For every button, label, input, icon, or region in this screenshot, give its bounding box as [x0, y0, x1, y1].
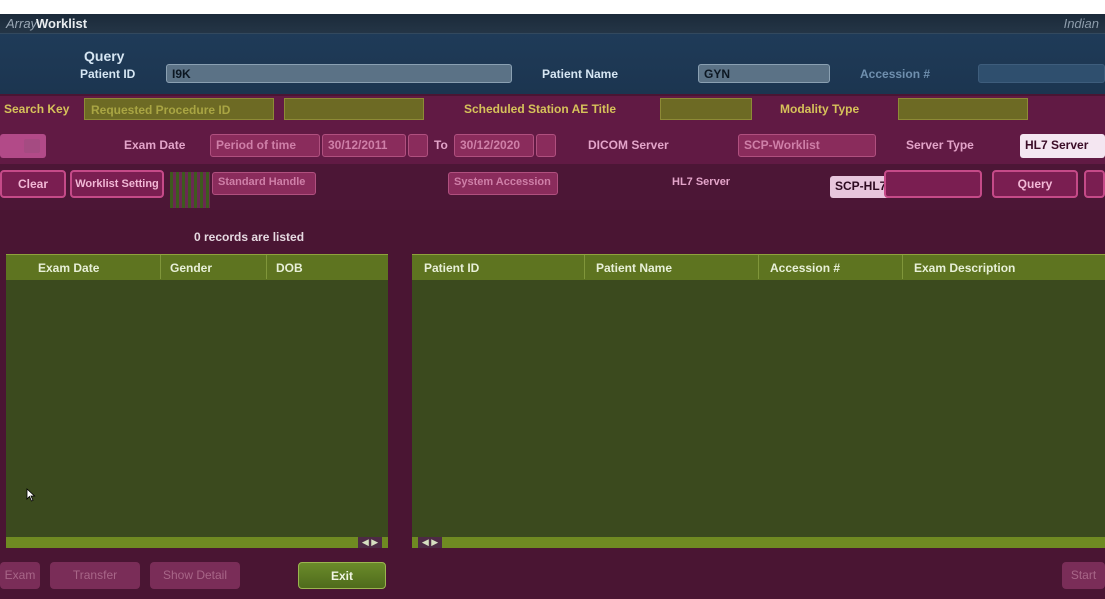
show-detail-button[interactable]: Show Detail	[150, 562, 240, 589]
transfer-button[interactable]: Transfer	[50, 562, 140, 589]
modality-type-field[interactable]	[898, 98, 1028, 120]
app-title-left: Array	[6, 16, 38, 31]
to-date-input[interactable]: 30/12/2020	[454, 134, 534, 157]
right-table[interactable]: Patient ID Patient Name Accession # Exam…	[412, 254, 1105, 548]
scroll-arrows-icon[interactable]: ◀ ▶	[358, 537, 382, 548]
col-exam-date[interactable]: Exam Date	[38, 261, 99, 275]
col-exam-description[interactable]: Exam Description	[914, 261, 1015, 275]
period-select[interactable]: Period of time	[210, 134, 320, 157]
status-area: 0 records are listed	[0, 210, 1105, 254]
column-divider	[266, 255, 267, 279]
accession-label: Accession #	[860, 67, 931, 81]
calendar-icon[interactable]	[408, 134, 428, 157]
app-title-right: Indian	[1063, 16, 1099, 31]
hl7-server-label: HL7 Server	[672, 176, 731, 188]
exam-button[interactable]: Exam	[0, 562, 40, 589]
column-divider	[758, 255, 759, 279]
search-key-row: Search Key Requested Procedure ID Schedu…	[0, 96, 1105, 126]
patient-id-input[interactable]: I9K	[166, 64, 512, 83]
exam-date-label: Exam Date	[124, 138, 186, 152]
col-patient-name[interactable]: Patient Name	[596, 261, 672, 275]
chevron-down-icon	[24, 139, 40, 153]
col-patient-id[interactable]: Patient ID	[424, 261, 479, 275]
col-gender[interactable]: Gender	[170, 261, 212, 275]
worklist-setting-button[interactable]: Worklist Setting	[70, 170, 164, 198]
window-title: Worklist	[36, 16, 88, 31]
title-bar: Array Worklist Indian	[0, 14, 1105, 34]
scroll-arrows-icon[interactable]: ◀ ▶	[418, 537, 442, 548]
column-divider	[584, 255, 585, 279]
standard-handle-field[interactable]: Standard Handle	[212, 172, 316, 195]
accession-input[interactable]	[978, 64, 1105, 83]
period-value: Period of time	[216, 138, 297, 152]
patient-id-label: Patient ID	[80, 67, 136, 81]
hl7-dropdown-button[interactable]	[884, 170, 982, 198]
query-panel: Query Patient ID I9K Patient Name GYN Ac…	[0, 34, 1105, 94]
more-button[interactable]	[1084, 170, 1105, 198]
left-horizontal-scrollbar[interactable]: ◀ ▶	[6, 537, 388, 548]
column-divider	[160, 255, 161, 279]
query-button[interactable]: Query	[992, 170, 1078, 198]
col-dob[interactable]: DOB	[276, 261, 303, 275]
left-table-header: Exam Date Gender DOB	[6, 254, 388, 280]
records-status: 0 records are listed	[194, 230, 305, 244]
dicom-server-select[interactable]: SCP-Worklist	[738, 134, 876, 157]
query-heading: Query	[84, 48, 125, 64]
clear-button[interactable]: Clear	[0, 170, 66, 198]
exit-button[interactable]: Exit	[298, 562, 386, 589]
exam-date-row: Exam Date Period of time 30/12/2011 To 3…	[0, 126, 1105, 164]
patient-name-input[interactable]: GYN	[698, 64, 830, 83]
column-divider	[902, 255, 903, 279]
scheduled-station-label: Scheduled Station AE Title	[464, 102, 617, 116]
dicom-server-label: DICOM Server	[588, 138, 669, 152]
requested-procedure-label: Requested Procedure ID	[91, 103, 231, 117]
scheduled-station-field[interactable]	[660, 98, 752, 120]
search-key-label: Search Key	[4, 102, 70, 116]
glitch-block	[170, 172, 210, 208]
top-strip	[0, 0, 1105, 14]
to-label: To	[434, 138, 448, 152]
dicom-server-value: SCP-Worklist	[744, 138, 820, 152]
left-table[interactable]: Exam Date Gender DOB ◀ ▶	[6, 254, 388, 548]
left-dropdown[interactable]	[0, 134, 46, 158]
search-key-field[interactable]	[284, 98, 424, 120]
server-type-label: Server Type	[906, 138, 974, 152]
calendar-icon[interactable]	[536, 134, 556, 157]
server-type-select[interactable]: HL7 Server	[1020, 134, 1105, 158]
right-table-header: Patient ID Patient Name Accession # Exam…	[412, 254, 1105, 280]
right-horizontal-scrollbar[interactable]: ◀ ▶	[412, 537, 1105, 548]
col-accession[interactable]: Accession #	[770, 261, 840, 275]
cursor-icon	[26, 488, 36, 502]
server-type-value: HL7 Server	[1025, 138, 1089, 152]
requested-procedure-toggle[interactable]: Requested Procedure ID	[84, 98, 274, 120]
from-date-input[interactable]: 30/12/2011	[322, 134, 406, 157]
modality-type-label: Modality Type	[780, 102, 860, 116]
patient-name-label: Patient Name	[542, 67, 619, 81]
action-row: Clear Worklist Setting Standard Handle S…	[0, 164, 1105, 210]
start-button[interactable]: Start	[1062, 562, 1105, 589]
system-accession-field[interactable]: System Accession	[448, 172, 558, 195]
